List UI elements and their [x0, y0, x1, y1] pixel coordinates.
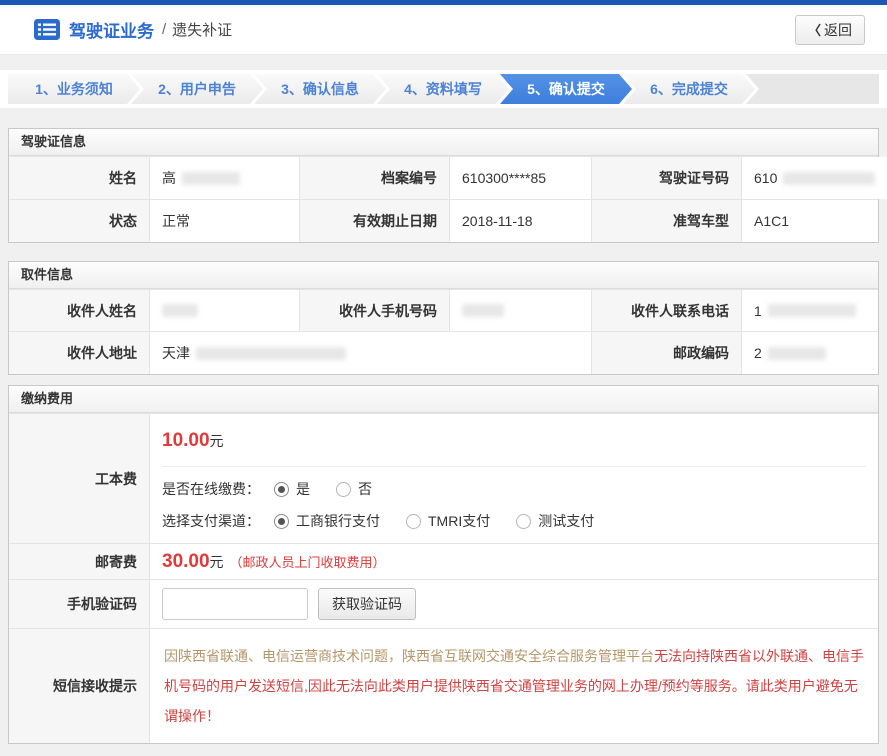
- radio-option-tmri-label: TMRI支付: [428, 511, 490, 531]
- step-1-business-notice[interactable]: 1、业务须知: [8, 74, 140, 104]
- license-panel-title: 驾驶证信息: [9, 129, 878, 156]
- get-code-button[interactable]: 获取验证码: [318, 588, 416, 620]
- recipient-name-value: [149, 290, 299, 331]
- captcha-row: 手机验证码 获取验证码: [9, 579, 878, 628]
- postage-label: 邮寄费: [9, 544, 149, 579]
- redacted-postal-code: [768, 347, 826, 360]
- page-title: 驾驶证业务: [69, 17, 154, 42]
- redacted-recipient-phone: [768, 304, 856, 317]
- license-number-value: 610: [741, 157, 887, 199]
- redacted-recipient-mobile: [462, 304, 504, 317]
- radio-unchecked-icon: [516, 514, 531, 529]
- fees-panel: 缴纳费用 工本费 10.00元 是否在线缴费： 是 否 选择支付渠道：: [8, 385, 879, 744]
- redacted-recipient-address: [196, 347, 346, 360]
- step-2-user-declaration[interactable]: 2、用户申告: [131, 74, 263, 104]
- recipient-phone-label: 收件人联系电话: [591, 290, 741, 331]
- radio-option-yes[interactable]: 是: [274, 479, 310, 499]
- license-row-1: 姓名 高 档案编号 610300****85 驾驶证号码 610: [9, 156, 878, 199]
- radio-option-yes-label: 是: [296, 479, 310, 499]
- postal-code-value: 2: [741, 332, 878, 374]
- pay-channel-question-row: 选择支付渠道： 工商银行支付 TMRI支付 测试支付: [162, 511, 866, 531]
- expiry-date-label: 有效期止日期: [299, 200, 449, 242]
- sms-notice-label: 短信接收提示: [9, 629, 149, 743]
- postage-unit: 元: [210, 552, 224, 572]
- sms-notice-row: 短信接收提示 因陕西省联通、电信运营商技术问题，陕西省互联网交通安全综合服务管理…: [9, 628, 878, 743]
- license-row-2: 状态 正常 有效期止日期 2018-11-18 准驾车型 A1C1: [9, 199, 878, 242]
- vehicle-class-label: 准驾车型: [591, 200, 741, 242]
- radio-unchecked-icon: [336, 482, 351, 497]
- pickup-row-2: 收件人地址 天津 邮政编码 2: [9, 331, 878, 374]
- radio-option-no[interactable]: 否: [336, 479, 372, 499]
- postage-row: 邮寄费 30.00元 （邮政人员上门收取费用）: [9, 543, 878, 579]
- radio-unchecked-icon: [406, 514, 421, 529]
- name-value: 高: [149, 157, 299, 199]
- postage-value: 30.00元 （邮政人员上门收取费用）: [149, 544, 878, 579]
- recipient-name-label: 收件人姓名: [9, 290, 149, 331]
- cost-row: 工本费 10.00元 是否在线缴费： 是 否 选择支付渠道：: [9, 413, 878, 543]
- captcha-label: 手机验证码: [9, 580, 149, 628]
- postal-code-label: 邮政编码: [591, 332, 741, 374]
- radio-option-icbc-label: 工商银行支付: [296, 511, 380, 531]
- file-number-value: 610300****85: [449, 157, 591, 199]
- sms-notice-part1: 因陕西省联通、电信运营商技术问题，陕西省互联网交通安全综合服务管理平台: [164, 648, 654, 664]
- back-button-label: 返回: [824, 20, 852, 40]
- redacted-name: [182, 172, 240, 185]
- online-pay-question: 是否在线缴费：: [162, 479, 260, 499]
- breadcrumb-separator: /: [162, 21, 166, 38]
- pay-channel-question: 选择支付渠道：: [162, 511, 260, 531]
- step-6-finish-submit[interactable]: 6、完成提交: [623, 74, 755, 104]
- recipient-mobile-value: [449, 290, 591, 331]
- status-value: 正常: [149, 200, 299, 242]
- online-pay-question-row: 是否在线缴费： 是 否: [162, 479, 866, 499]
- redacted-recipient-name: [162, 304, 198, 317]
- captcha-input[interactable]: [162, 588, 308, 620]
- list-icon: [34, 19, 60, 40]
- recipient-address-label: 收件人地址: [9, 332, 149, 374]
- name-label: 姓名: [9, 157, 149, 199]
- license-number-label: 驾驶证号码: [591, 157, 741, 199]
- step-wizard: 1、业务须知 2、用户申告 3、确认信息 4、资料填写 5、确认提交 6、完成提…: [0, 70, 887, 108]
- breadcrumb-current: 遗失补证: [172, 19, 232, 40]
- captcha-field-area: 获取验证码: [149, 580, 878, 628]
- file-number-label: 档案编号: [299, 157, 449, 199]
- step-wizard-tail: [746, 74, 879, 104]
- fees-panel-title: 缴纳费用: [9, 386, 878, 413]
- cost-unit: 元: [210, 433, 224, 449]
- cost-price-line: 10.00元: [162, 426, 866, 467]
- pickup-info-panel: 取件信息 收件人姓名 收件人手机号码 收件人联系电话 1 收件人地址 天津 邮政…: [8, 261, 879, 375]
- radio-option-test-label: 测试支付: [538, 511, 594, 531]
- vehicle-class-value: A1C1: [741, 200, 878, 242]
- pickup-row-1: 收件人姓名 收件人手机号码 收件人联系电话 1: [9, 289, 878, 331]
- sms-notice-text: 因陕西省联通、电信运营商技术问题，陕西省互联网交通安全综合服务管理平台无法向持陕…: [149, 629, 878, 743]
- radio-option-tmri[interactable]: TMRI支付: [406, 511, 490, 531]
- license-info-panel: 驾驶证信息 姓名 高 档案编号 610300****85 驾驶证号码 610 状…: [8, 128, 879, 243]
- cost-label: 工本费: [9, 414, 149, 543]
- pickup-panel-title: 取件信息: [9, 262, 878, 289]
- status-label: 状态: [9, 200, 149, 242]
- recipient-mobile-label: 收件人手机号码: [299, 290, 449, 331]
- radio-option-icbc[interactable]: 工商银行支付: [274, 511, 380, 531]
- chevron-left-icon: 〈: [808, 20, 821, 39]
- page-header: 驾驶证业务 / 遗失补证 〈 返回: [0, 5, 887, 55]
- radio-checked-icon: [274, 482, 289, 497]
- step-3-confirm-info[interactable]: 3、确认信息: [254, 74, 386, 104]
- radio-option-test[interactable]: 测试支付: [516, 511, 594, 531]
- radio-checked-icon: [274, 514, 289, 529]
- radio-option-no-label: 否: [358, 479, 372, 499]
- step-5-confirm-submit[interactable]: 5、确认提交: [500, 74, 632, 104]
- redacted-license-number: [783, 172, 875, 185]
- recipient-address-value: 天津: [149, 332, 591, 374]
- cost-price: 10.00: [162, 430, 210, 451]
- postage-price: 30.00: [162, 551, 210, 573]
- cost-content: 10.00元 是否在线缴费： 是 否 选择支付渠道： 工商银行支付: [149, 414, 878, 543]
- back-button[interactable]: 〈 返回: [795, 15, 865, 45]
- recipient-phone-value: 1: [741, 290, 878, 331]
- postage-note: （邮政人员上门收取费用）: [230, 552, 386, 571]
- step-4-fill-data[interactable]: 4、资料填写: [377, 74, 509, 104]
- expiry-date-value: 2018-11-18: [449, 200, 591, 242]
